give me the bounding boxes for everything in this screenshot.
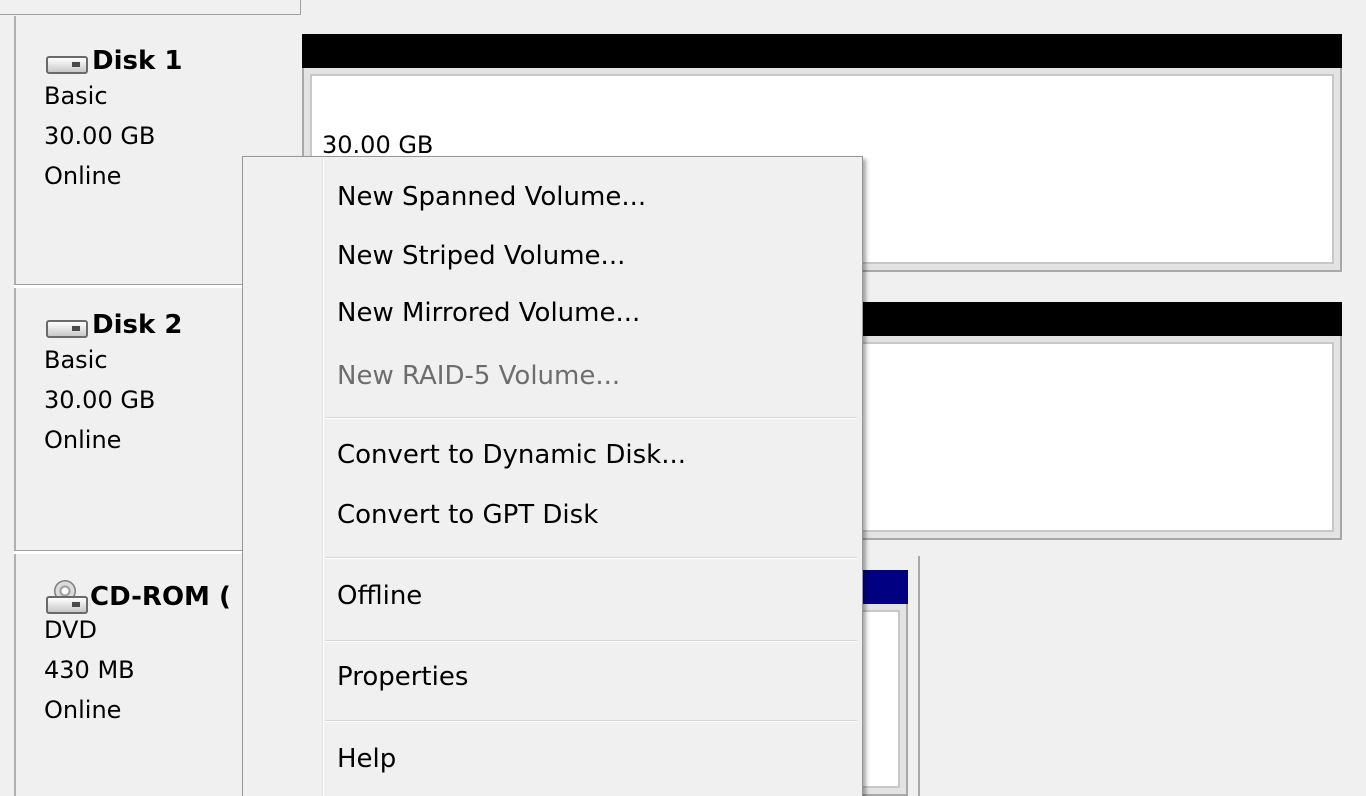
menu-separator	[325, 417, 857, 419]
disk-name: Disk 1	[92, 46, 183, 76]
disk-name: CD-ROM (	[90, 582, 231, 612]
menu-separator	[325, 557, 857, 559]
menu-item-new-spanned-volume[interactable]: New Spanned Volume...	[337, 169, 837, 225]
disk-type: Basic	[44, 82, 108, 110]
hard-disk-icon	[44, 50, 88, 74]
menu-icon-gutter	[322, 159, 324, 796]
menu-separator	[325, 720, 857, 722]
cd-rom-icon	[44, 580, 88, 614]
hard-disk-icon	[44, 314, 88, 338]
context-menu: New Spanned Volume... New Striped Volume…	[242, 156, 863, 796]
volume-header-bar	[302, 34, 1342, 68]
disk-size: 30.00 GB	[44, 122, 156, 150]
menu-item-offline[interactable]: Offline	[337, 568, 837, 624]
menu-item-help[interactable]: Help	[337, 731, 837, 787]
volume-size: 30.00 GB	[322, 131, 434, 159]
menu-item-properties[interactable]: Properties	[337, 649, 837, 705]
column-header-remnant	[0, 0, 301, 15]
disk-management-view: Disk 1 Basic 30.00 GB Online Disk 2 Basi…	[0, 0, 1366, 796]
pane-border	[918, 556, 920, 796]
menu-item-new-mirrored-volume[interactable]: New Mirrored Volume...	[337, 285, 837, 341]
menu-item-new-striped-volume[interactable]: New Striped Volume...	[337, 228, 837, 284]
menu-item-convert-to-gpt-disk[interactable]: Convert to GPT Disk	[337, 487, 837, 543]
menu-item-convert-to-dynamic-disk[interactable]: Convert to Dynamic Disk...	[337, 427, 837, 483]
menu-separator	[325, 640, 857, 642]
menu-item-new-raid5-volume: New RAID-5 Volume...	[337, 361, 621, 391]
disk-name: Disk 2	[92, 310, 183, 340]
